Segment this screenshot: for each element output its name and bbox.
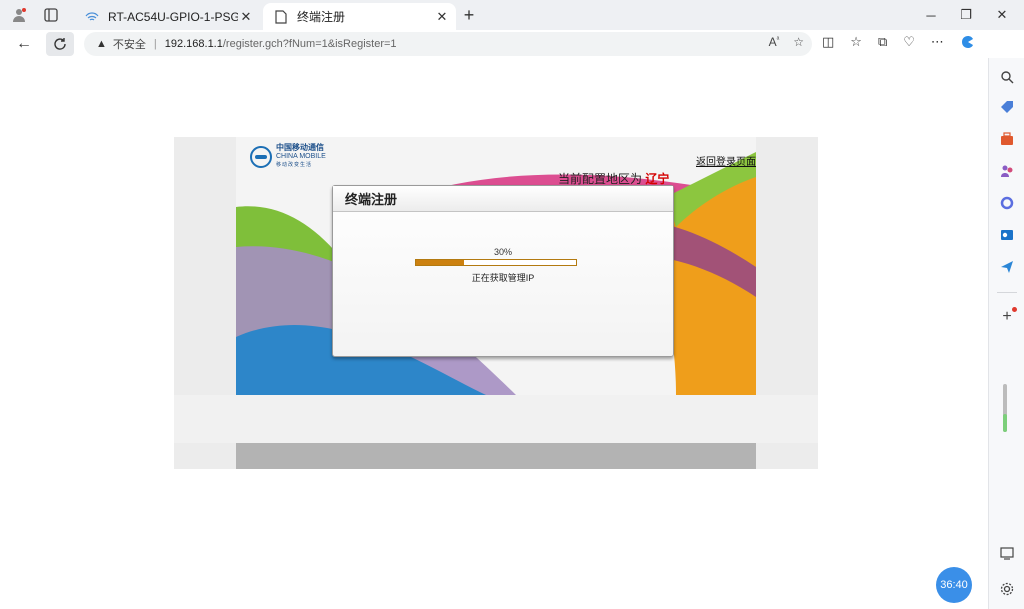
- sidebar-scroll-indicator: [1003, 414, 1007, 432]
- close-icon[interactable]: ✕: [434, 9, 450, 25]
- refresh-icon: [54, 38, 66, 50]
- warning-icon[interactable]: ▲: [96, 38, 107, 50]
- region-label: 当前配置地区为: [558, 172, 643, 186]
- page-content: 中国移动通信 CHINA MOBILE 移动改变生活 返回登录页面 当前配置地区…: [0, 58, 988, 609]
- logo-en: CHINA MOBILE: [276, 153, 326, 160]
- logo-sub: 移动改变生活: [276, 162, 313, 168]
- router-strip: [174, 395, 818, 443]
- navigation-toolbar: ← ▲ 不安全 | 192.168.1.1 /register.gch?fNum…: [0, 30, 1024, 58]
- toolbar-icons: ◫ ☆ ⧉ ♡ ⋯: [822, 34, 976, 53]
- tab-label: 终端注册: [297, 10, 346, 24]
- url-host[interactable]: 192.168.1.1: [165, 38, 223, 50]
- send-icon[interactable]: [998, 258, 1016, 276]
- back-icon[interactable]: ←: [10, 32, 38, 56]
- browser-essentials-icon[interactable]: ♡: [903, 34, 915, 53]
- region-name: 辽宁: [645, 172, 670, 186]
- progress-fill: [416, 260, 464, 265]
- add-icon[interactable]: +: [998, 307, 1017, 326]
- router-footer-bar: [236, 443, 756, 469]
- router-page: 中国移动通信 CHINA MOBILE 移动改变生活 返回登录页面 当前配置地区…: [174, 137, 818, 469]
- close-window-icon[interactable]: ✕: [987, 5, 1017, 25]
- restore-icon[interactable]: ❐: [951, 5, 981, 25]
- recording-timer[interactable]: 36:40: [936, 567, 972, 603]
- url-path[interactable]: /register.gch?fNum=1&isRegister=1: [223, 38, 397, 50]
- office-icon[interactable]: [998, 194, 1016, 212]
- address-bar[interactable]: ▲ 不安全 | 192.168.1.1 /register.gch?fNum=1…: [84, 32, 812, 56]
- progress-bar: [415, 259, 577, 266]
- people-icon[interactable]: [998, 162, 1016, 180]
- tab-label: RT-AC54U-GPIO-1-PSG1208-64M: [108, 9, 238, 24]
- refresh-button[interactable]: [46, 32, 74, 56]
- router-banner: 中国移动通信 CHINA MOBILE 移动改变生活 返回登录页面 当前配置地区…: [236, 137, 756, 395]
- progress-percent: 30%: [493, 247, 512, 257]
- logo-icon: [250, 145, 272, 168]
- tab-actions-icon[interactable]: [40, 5, 62, 25]
- page-icon: [273, 9, 289, 25]
- close-icon[interactable]: ✕: [238, 9, 254, 25]
- profile-icon[interactable]: [8, 5, 30, 25]
- title-bar: RT-AC54U-GPIO-1-PSG1208-64M ✕ 终端注册 ✕ + ─…: [0, 0, 1024, 30]
- shopping-tag-icon[interactable]: [998, 98, 1016, 116]
- favorite-star-icon[interactable]: ☆: [793, 35, 804, 49]
- divider: |: [153, 38, 157, 50]
- edge-sidebar: +: [988, 58, 1024, 609]
- china-mobile-logo: 中国移动通信 CHINA MOBILE 移动改变生活: [250, 143, 326, 170]
- tab-register[interactable]: 终端注册 ✕: [263, 3, 456, 30]
- read-aloud-icon[interactable]: Aᵃ: [769, 35, 780, 49]
- more-icon[interactable]: ⋯: [931, 34, 944, 53]
- logo-cn: 中国移动通信: [276, 143, 324, 152]
- sidebar-divider: [997, 292, 1017, 293]
- register-dialog: 终端注册 30% 正在获取管理IP: [332, 185, 674, 357]
- dialog-title: 终端注册: [333, 186, 673, 212]
- split-screen-icon[interactable]: ◫: [822, 34, 834, 53]
- router-tab-icon: [84, 9, 100, 25]
- copilot-icon[interactable]: [960, 34, 976, 53]
- tab-router[interactable]: RT-AC54U-GPIO-1-PSG1208-64M ✕: [74, 3, 260, 30]
- favorites-icon[interactable]: ☆: [850, 34, 862, 53]
- progress-status: 正在获取管理IP: [471, 273, 535, 283]
- screenshot-icon[interactable]: [998, 544, 1016, 562]
- minimize-icon[interactable]: ─: [916, 5, 946, 25]
- outlook-icon[interactable]: [998, 226, 1016, 244]
- search-icon[interactable]: [998, 68, 1016, 86]
- new-tab-button[interactable]: +: [458, 5, 480, 25]
- insecure-label[interactable]: 不安全: [113, 36, 146, 52]
- settings-icon[interactable]: [998, 580, 1016, 598]
- collections-icon[interactable]: ⧉: [878, 34, 887, 53]
- address-actions: Aᵃ ☆: [769, 35, 804, 49]
- return-login-link[interactable]: 返回登录页面: [696, 153, 756, 168]
- tools-icon[interactable]: [998, 130, 1016, 148]
